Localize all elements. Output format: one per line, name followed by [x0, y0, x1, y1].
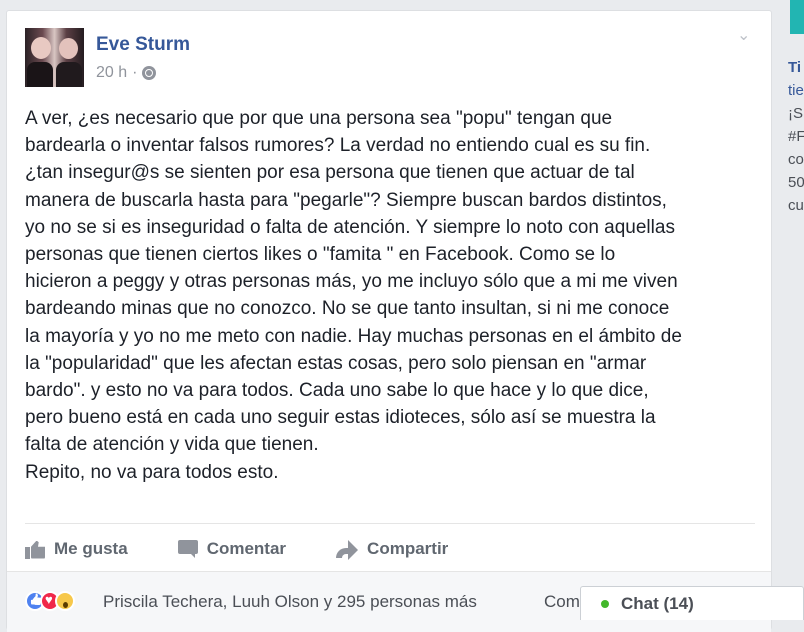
online-status-icon: [601, 599, 609, 608]
post-timestamp[interactable]: 20 h: [96, 64, 127, 82]
reaction-icons[interactable]: [25, 591, 75, 611]
like-button[interactable]: Me gusta: [25, 539, 128, 559]
trending-line: ¡S: [788, 105, 803, 122]
comment-button[interactable]: Comentar: [177, 539, 287, 559]
wow-reaction-icon[interactable]: [55, 591, 75, 611]
thumbs-up-icon: [25, 540, 45, 559]
reactions-summary[interactable]: Priscila Techera, Luuh Olson y 295 perso…: [103, 592, 477, 612]
trending-title[interactable]: Ti: [788, 56, 804, 79]
divider: [25, 523, 755, 524]
chevron-down-icon[interactable]: ⌄: [737, 28, 751, 44]
post-card: Eve Sturm 20 h · ⌄ A ver, ¿es necesario …: [6, 10, 772, 632]
globe-icon[interactable]: [142, 66, 157, 80]
trending-line: cu: [788, 197, 804, 214]
like-label: Me gusta: [54, 539, 128, 558]
author-name[interactable]: Eve Sturm: [96, 34, 190, 56]
chat-tab[interactable]: Chat (14): [580, 586, 804, 620]
comment-label: Comentar: [206, 539, 287, 558]
right-sidebar-trending: Ti tie ¡S #F co 50 cu: [788, 56, 804, 217]
post-body: A ver, ¿es necesario que por que una per…: [25, 108, 682, 483]
meta-separator: ·: [132, 64, 138, 81]
share-button[interactable]: Compartir: [336, 539, 449, 560]
post-meta: 20 h ·: [96, 64, 157, 82]
chat-label: Chat (14): [621, 593, 694, 613]
trending-line: co: [788, 151, 804, 168]
post-actions: Me gusta Comentar Compartir: [25, 531, 498, 567]
share-icon: [336, 540, 359, 560]
comment-icon: [177, 540, 198, 558]
share-label: Compartir: [367, 539, 449, 558]
trending-line[interactable]: tie: [788, 79, 804, 102]
trending-line: 50: [788, 174, 804, 191]
author-avatar[interactable]: [25, 28, 84, 87]
comments-link[interactable]: Com: [544, 592, 580, 612]
top-right-accent: [790, 0, 804, 34]
trending-line: #F: [788, 128, 804, 145]
